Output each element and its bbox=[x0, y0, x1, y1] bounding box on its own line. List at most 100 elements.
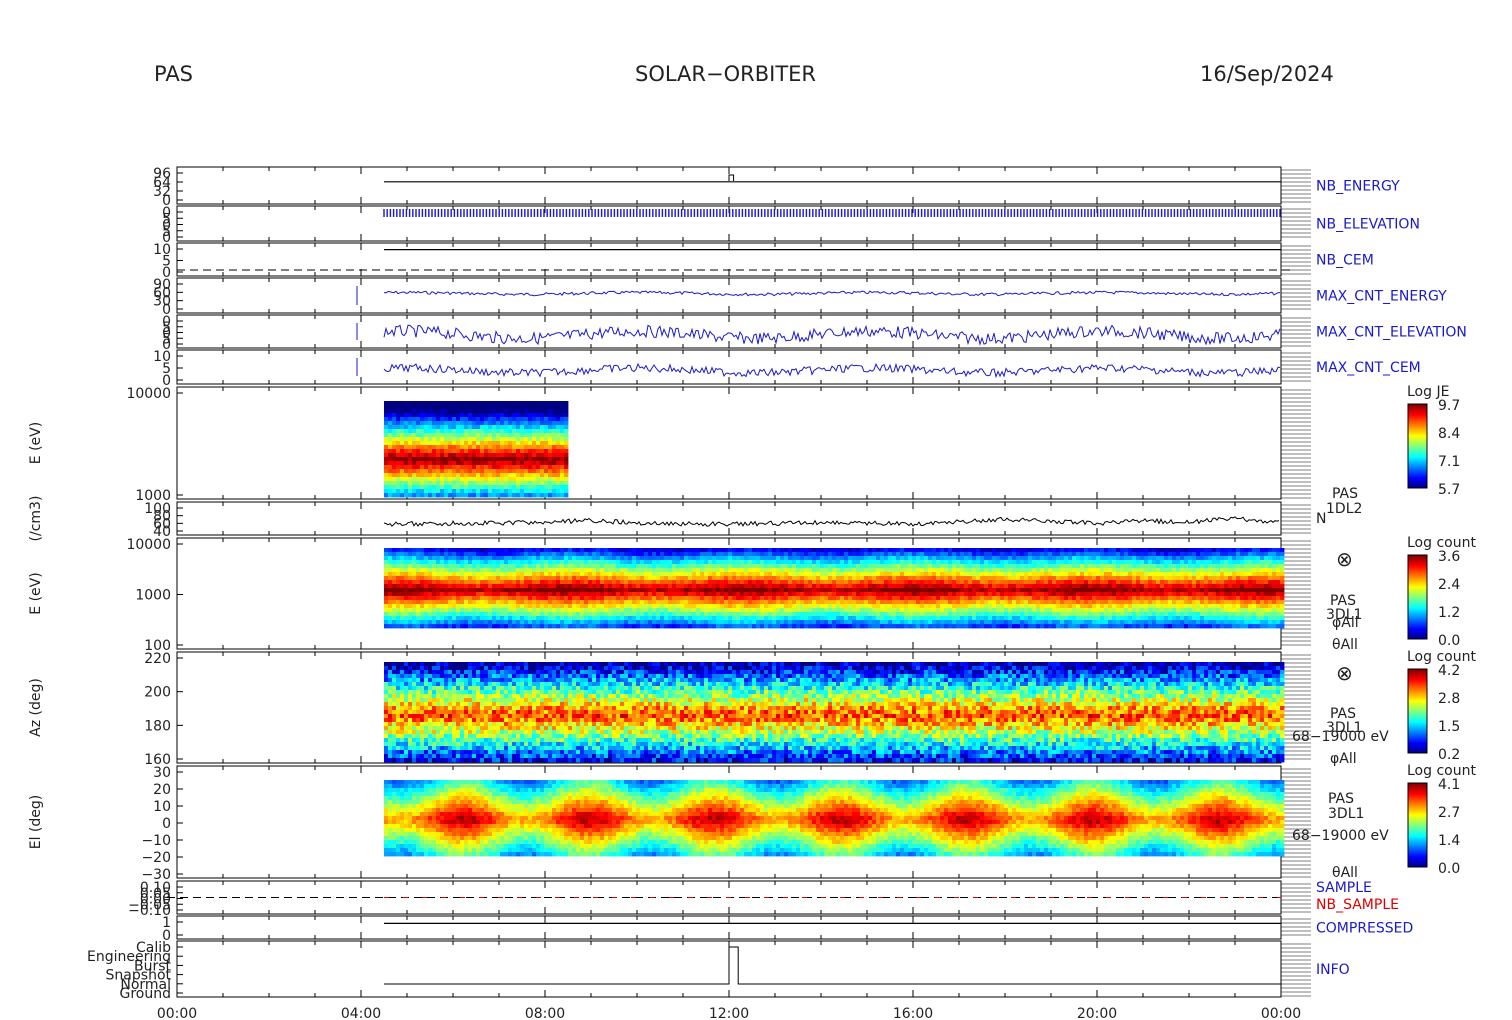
spectrogram-cell bbox=[388, 588, 393, 593]
spectrogram-cell bbox=[820, 576, 825, 581]
spectrogram-cell bbox=[784, 596, 789, 601]
spectrogram-cell bbox=[560, 624, 565, 629]
spectrogram-cell bbox=[512, 485, 517, 490]
spectrogram-cell bbox=[892, 552, 897, 557]
spectrogram-cell bbox=[392, 477, 397, 482]
spectrogram-cell bbox=[544, 481, 549, 486]
spectrogram-cell bbox=[516, 413, 521, 418]
spectrogram-cell bbox=[456, 469, 461, 474]
spectrogram-cell bbox=[700, 560, 705, 565]
spectrogram-cell bbox=[796, 600, 801, 605]
spectrogram-cell bbox=[564, 469, 569, 474]
spectrogram-cell bbox=[640, 556, 645, 561]
spectrogram-cell bbox=[396, 564, 401, 569]
spectrogram-cell bbox=[772, 584, 777, 589]
spectrogram-cell bbox=[624, 572, 629, 577]
spectrogram-cell bbox=[796, 568, 801, 573]
spectrogram-cell bbox=[436, 461, 441, 466]
spectrogram-cell bbox=[640, 600, 645, 605]
spectrogram-cell bbox=[660, 612, 665, 617]
spectrogram-cell bbox=[488, 405, 493, 410]
spectrogram-cell bbox=[556, 616, 561, 621]
spectrogram-cell bbox=[556, 421, 561, 426]
spectrogram-cell bbox=[684, 560, 689, 565]
spectrogram-cell bbox=[708, 624, 713, 629]
spectrogram-cell bbox=[500, 568, 505, 573]
spectrogram-cell bbox=[624, 552, 629, 557]
spectrogram-cell bbox=[548, 473, 553, 478]
spectrogram-cell bbox=[856, 588, 861, 593]
spectrogram-cell bbox=[640, 588, 645, 593]
spectrogram-cell bbox=[492, 584, 497, 589]
spectrogram-cell bbox=[536, 417, 541, 422]
spectrogram-cell bbox=[532, 473, 537, 478]
spectrogram-cell bbox=[660, 552, 665, 557]
spectrogram-cell bbox=[800, 564, 805, 569]
spectrogram-cell bbox=[528, 417, 533, 422]
spectrogram-cell bbox=[796, 608, 801, 613]
spectrogram-cell bbox=[544, 556, 549, 561]
spectrogram-cell bbox=[556, 584, 561, 589]
spectrogram-cell bbox=[404, 433, 409, 438]
spectrogram-cell bbox=[516, 441, 521, 446]
spectrogram-cell bbox=[716, 608, 721, 613]
spectrogram-cell bbox=[532, 401, 537, 406]
spectrogram-cell bbox=[784, 612, 789, 617]
spectrogram-cell bbox=[384, 417, 389, 422]
spectrogram-cell bbox=[700, 576, 705, 581]
spectrogram-cell bbox=[516, 580, 521, 585]
spectrogram-cell bbox=[496, 580, 501, 585]
spectrogram-cell bbox=[820, 588, 825, 593]
spectrogram-cell bbox=[448, 425, 453, 430]
spectrogram-cell bbox=[868, 588, 873, 593]
spectrogram-cell bbox=[508, 413, 513, 418]
spectrogram-cell bbox=[528, 481, 533, 486]
spectrogram-cell bbox=[876, 572, 881, 577]
spectrogram-cell bbox=[436, 437, 441, 442]
spectrogram-cell bbox=[772, 592, 777, 597]
spectrogram-cell bbox=[872, 552, 877, 557]
spectrogram-cell bbox=[448, 564, 453, 569]
spectrogram-cell bbox=[564, 445, 569, 450]
spectrogram-cell bbox=[624, 556, 629, 561]
spectrogram-cell bbox=[872, 600, 877, 605]
spectrogram-cell bbox=[388, 608, 393, 613]
spectrogram-cell bbox=[436, 493, 441, 498]
spectrogram-cell bbox=[440, 429, 445, 434]
spectrogram-cell bbox=[488, 596, 493, 601]
spectrogram-cell bbox=[448, 429, 453, 434]
spectrogram-cell bbox=[428, 417, 433, 422]
spectrogram-cell bbox=[556, 473, 561, 478]
spectrogram-cell bbox=[744, 592, 749, 597]
spectrogram-cell bbox=[788, 624, 793, 629]
spectrogram-cell bbox=[580, 588, 585, 593]
spectrogram-cell bbox=[800, 548, 805, 553]
panel-nb_cem: 1050NB_CEM bbox=[153, 242, 1374, 281]
spectrogram-cell bbox=[884, 576, 889, 581]
spectrogram-cell bbox=[648, 584, 653, 589]
spectrogram-cell bbox=[540, 612, 545, 617]
spectrogram-cell bbox=[732, 564, 737, 569]
spectrogram-cell bbox=[892, 584, 897, 589]
spectrogram-cell bbox=[484, 449, 489, 454]
spectrogram-cell bbox=[448, 548, 453, 553]
spectrogram-cell bbox=[644, 612, 649, 617]
spectrogram-cell bbox=[436, 620, 441, 625]
spectrogram-cell bbox=[532, 588, 537, 593]
spectrogram-cell bbox=[604, 552, 609, 557]
spectrogram-cell bbox=[536, 453, 541, 458]
spectrogram-cell bbox=[400, 445, 405, 450]
spectrogram-cell bbox=[548, 453, 553, 458]
spectrogram-cell bbox=[456, 596, 461, 601]
spectrogram-cell bbox=[868, 556, 873, 561]
spectrogram-cell bbox=[788, 548, 793, 553]
spectrogram-cell bbox=[676, 580, 681, 585]
spectrogram-cell bbox=[564, 413, 569, 418]
spectrogram-cell bbox=[392, 572, 397, 577]
spectrogram-cell bbox=[496, 457, 501, 462]
spectrogram-cell bbox=[728, 584, 733, 589]
spectrogram-cell bbox=[488, 453, 493, 458]
spectrogram-cell bbox=[756, 548, 761, 553]
spectrogram-cell bbox=[672, 552, 677, 557]
spectrogram-cell bbox=[388, 405, 393, 410]
